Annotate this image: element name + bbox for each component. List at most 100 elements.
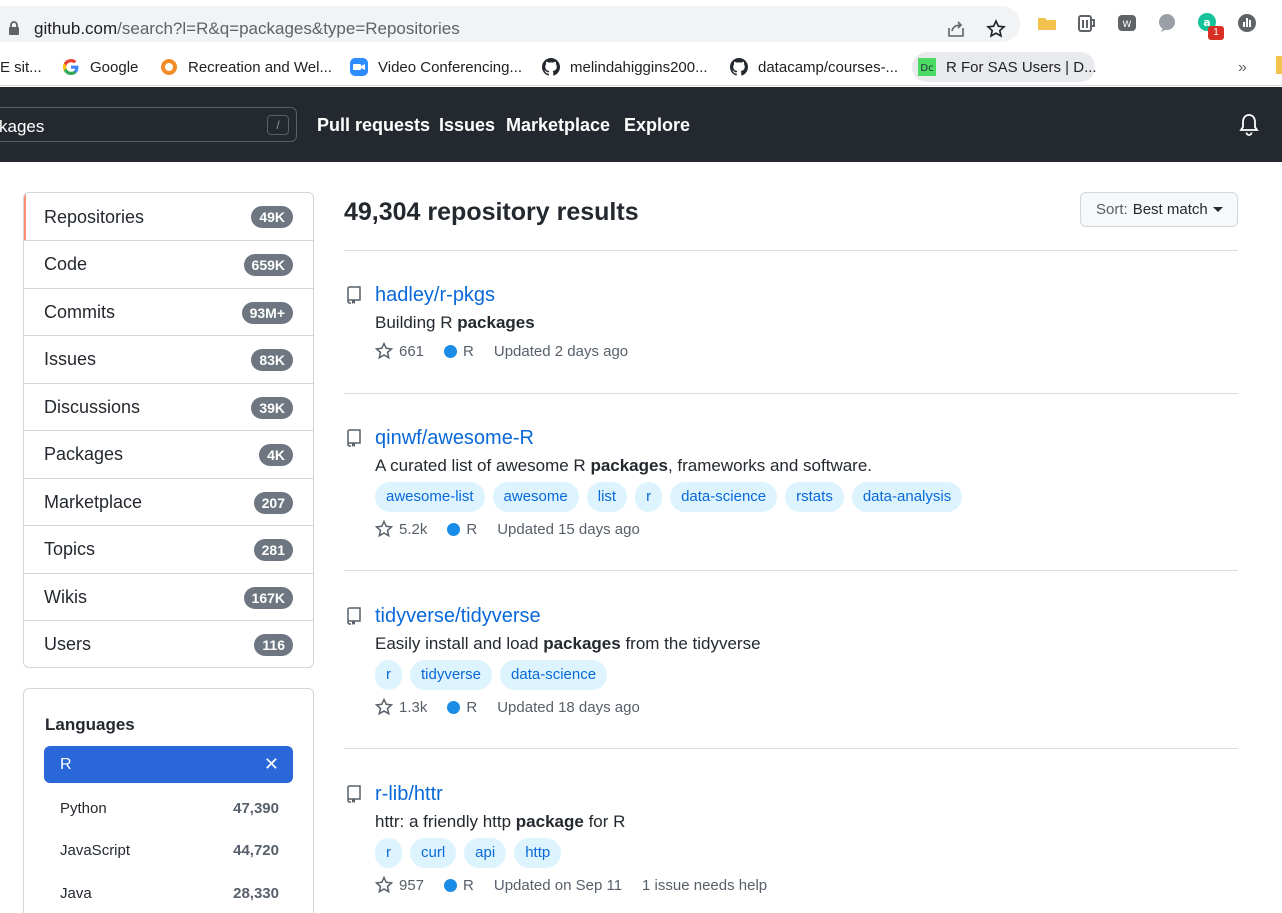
topic-tag[interactable]: r <box>375 838 402 868</box>
chat-bubble-extension-icon[interactable] <box>1156 12 1178 34</box>
topic-tag[interactable]: r <box>635 482 663 512</box>
stars-count[interactable]: 957 <box>399 877 424 894</box>
sort-dropdown[interactable]: Sort: Best match <box>1080 192 1238 227</box>
nav-issues[interactable]: Issues <box>439 115 495 136</box>
stars-count[interactable]: 661 <box>399 343 424 360</box>
updated-text: Updated on Sep 11 <box>493 876 623 894</box>
side-item-repositories[interactable]: Repositories 49K <box>24 193 313 241</box>
count-badge: 83K <box>251 348 293 371</box>
side-item-commits[interactable]: Commits 93M+ <box>24 288 313 336</box>
bookmark-star-icon[interactable] <box>986 19 1006 39</box>
url-text[interactable]: github.com/search?l=R&q=packages&type=Re… <box>34 19 460 39</box>
repo-link[interactable]: r-lib/httr <box>375 783 443 806</box>
clear-filter-icon[interactable]: ✕ <box>264 754 279 775</box>
nav-marketplace[interactable]: Marketplace <box>506 115 610 136</box>
bookmark-video-conferencing[interactable]: Video Conferencing... <box>344 52 528 82</box>
star-icon[interactable] <box>375 520 393 538</box>
side-item-topics[interactable]: Topics 281 <box>24 525 313 573</box>
notifications-bell-icon[interactable] <box>1238 113 1260 137</box>
bookmark-recreation[interactable]: Recreation and Wel... <box>154 52 338 82</box>
topic-tag[interactable]: list <box>586 482 628 512</box>
repo-icon <box>347 607 361 625</box>
share-icon[interactable] <box>946 19 966 39</box>
bookmark-r-for-sas[interactable]: Dc R For SAS Users | D... <box>912 52 1097 82</box>
help-wanted-issues-link[interactable]: 1 issue needs help <box>642 877 767 894</box>
topic-tag[interactable]: data-science <box>500 660 608 690</box>
updated-text: Updated 2 days ago <box>493 342 629 360</box>
language-option-python[interactable]: Python 47,390 <box>60 800 279 817</box>
topic-tag[interactable]: awesome <box>492 482 579 512</box>
search-input[interactable]: kages / <box>0 107 297 142</box>
side-item-label: Issues <box>44 349 97 369</box>
analytics-extension-icon[interactable] <box>1236 12 1258 34</box>
bookmark-item[interactable]: E sit... <box>0 52 48 82</box>
count-badge: 39K <box>251 396 293 419</box>
stars-count[interactable]: 1.3k <box>399 699 427 716</box>
side-item-marketplace[interactable]: Marketplace 207 <box>24 478 313 526</box>
topic-tag[interactable]: data-analysis <box>851 482 963 512</box>
side-item-label: Code <box>44 254 88 274</box>
bookmarks-overflow-button[interactable]: » <box>1238 59 1247 77</box>
side-item-issues[interactable]: Issues 83K <box>24 335 313 383</box>
bookmark-datacamp[interactable]: datacamp/courses-... <box>724 52 904 82</box>
star-icon[interactable] <box>375 876 393 894</box>
count-badge: 116 <box>254 633 293 656</box>
bookmarks-bar: E sit... Google Recreation and Wel... Vi… <box>0 46 1282 86</box>
selected-language-label: R <box>60 755 72 773</box>
bookmark-label: Google <box>90 58 139 76</box>
repo-description: httr: a friendly http package for R <box>375 812 625 832</box>
star-icon[interactable] <box>375 698 393 716</box>
folder-extension-icon[interactable] <box>1036 12 1058 34</box>
divider <box>344 748 1238 749</box>
side-item-users[interactable]: Users 116 <box>24 620 313 667</box>
lock-icon[interactable] <box>8 21 20 35</box>
count-badge: 207 <box>253 491 293 514</box>
other-bookmarks-folder-icon[interactable] <box>1276 56 1282 74</box>
github-icon <box>730 58 748 76</box>
languages-filter: Languages R ✕ Python 47,390 JavaScript 4… <box>23 688 314 913</box>
languages-title: Languages <box>45 715 135 734</box>
topic-tag[interactable]: r <box>375 660 402 690</box>
side-item-code[interactable]: Code 659K <box>24 240 313 288</box>
side-item-wikis[interactable]: Wikis 167K <box>24 573 313 621</box>
nav-explore[interactable]: Explore <box>624 115 690 136</box>
mug-extension-icon[interactable] <box>1076 12 1098 34</box>
side-item-label: Users <box>44 634 92 654</box>
desc-highlight: packages <box>590 456 668 475</box>
side-item-label: Commits <box>44 302 115 322</box>
topic-tag[interactable]: awesome-list <box>375 482 485 512</box>
repo-description: A curated list of awesome R packages, fr… <box>375 456 872 476</box>
slash-shortcut-hint: / <box>267 115 289 135</box>
repo-link[interactable]: qinwf/awesome-R <box>375 427 534 450</box>
datacamp-icon: Dc <box>918 58 936 76</box>
repo-link[interactable]: tidyverse/tidyverse <box>375 605 541 628</box>
repo-meta: 661 R Updated 2 days ago <box>375 342 628 360</box>
language-color-dot <box>447 522 461 536</box>
count-badge: 93M+ <box>241 301 293 324</box>
bookmark-google[interactable]: Google <box>56 52 144 82</box>
star-icon[interactable] <box>375 342 393 360</box>
repo-link[interactable]: hadley/r-pkgs <box>375 284 495 307</box>
topic-tag[interactable]: http <box>514 838 562 868</box>
side-item-label: Wikis <box>44 587 87 607</box>
address-bar[interactable]: github.com/search?l=R&q=packages&type=Re… <box>0 6 1020 42</box>
nav-pull-requests[interactable]: Pull requests <box>317 115 430 136</box>
topic-tag[interactable]: api <box>464 838 507 868</box>
stars-count[interactable]: 5.2k <box>399 521 427 538</box>
bookmark-melindahiggins[interactable]: melindahiggins200... <box>536 52 714 82</box>
language-option-javascript[interactable]: JavaScript 44,720 <box>60 842 279 859</box>
wordtune-extension-icon[interactable]: W <box>1116 12 1138 34</box>
side-item-label: Topics <box>44 539 96 559</box>
topic-tag[interactable]: tidyverse <box>410 660 493 690</box>
side-item-packages[interactable]: Packages 4K <box>24 430 313 478</box>
topic-tag[interactable]: data-science <box>670 482 778 512</box>
repo-meta: 957 R Updated on Sep 11 1 issue needs he… <box>375 876 767 894</box>
bookmark-label: E sit... <box>0 58 42 76</box>
language-option-java[interactable]: Java 28,330 <box>60 885 279 902</box>
topic-tag[interactable]: curl <box>410 838 457 868</box>
side-item-discussions[interactable]: Discussions 39K <box>24 383 313 431</box>
selected-language-filter[interactable]: R ✕ <box>44 746 293 783</box>
topic-tag[interactable]: rstats <box>785 482 844 512</box>
repo-icon <box>347 286 361 304</box>
desc-text: A curated list of awesome R <box>375 456 591 475</box>
